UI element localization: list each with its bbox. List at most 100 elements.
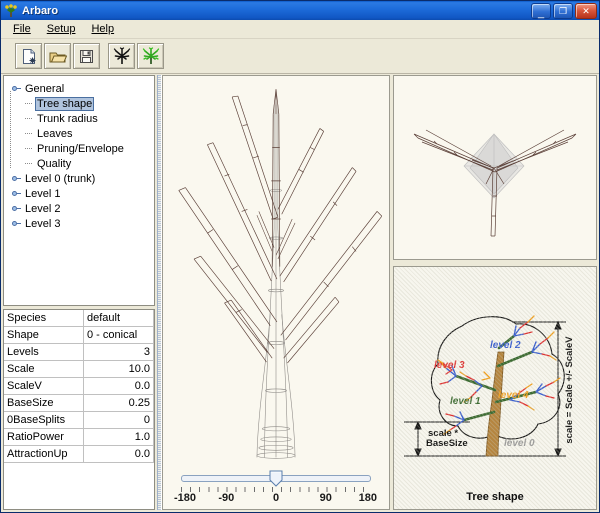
tool-bar	[1, 39, 599, 74]
menu-file-label: File	[13, 23, 31, 35]
property-value[interactable]: 0	[83, 411, 154, 429]
tree-node-level-1[interactable]: Level 1	[10, 186, 152, 201]
tree-wireframe-top-view	[413, 129, 577, 237]
tree-node-leaves[interactable]: Leaves	[10, 126, 152, 141]
property-name: Levels	[4, 343, 84, 361]
table-row[interactable]: Species default	[4, 310, 154, 327]
application-window: Arbaro _ ❐ ✕ File Setup Help General Tre…	[0, 0, 600, 513]
rotation-slider-container[interactable]: -180 -90 0 90 180	[163, 465, 389, 509]
tick-label-zero: 0	[272, 492, 280, 504]
maximize-button[interactable]: ❐	[553, 2, 573, 19]
title-bar: Arbaro _ ❐ ✕	[1, 1, 599, 20]
property-value[interactable]: 0 - conical	[83, 326, 154, 344]
new-file-button[interactable]	[15, 43, 42, 69]
minimize-glyph: _	[537, 6, 545, 19]
render-wireframe-button[interactable]	[108, 43, 135, 69]
green-tree-icon	[142, 47, 160, 65]
table-row[interactable]: Levels 3	[4, 343, 154, 361]
maximize-glyph: ❐	[558, 5, 568, 16]
table-row[interactable]: BaseSize 0.25	[4, 394, 154, 412]
tick-label-90: 90	[319, 492, 332, 504]
menu-help[interactable]: Help	[84, 21, 121, 37]
diagram-caption: Tree shape	[466, 491, 524, 503]
property-value[interactable]: default	[83, 310, 154, 327]
table-row[interactable]: Scale 10.0	[4, 360, 154, 378]
tree-elbow-icon	[23, 96, 35, 111]
diagram-label-level0: level 0	[504, 438, 535, 449]
expand-handle-icon[interactable]	[10, 220, 23, 227]
tree-front-view-panel[interactable]: -180 -90 0 90 180	[162, 75, 390, 510]
arbaro-tree-icon	[4, 3, 18, 18]
floppy-save-icon	[79, 49, 94, 64]
tree-wireframe-front-view	[178, 89, 383, 459]
tree-connector-line	[10, 91, 11, 169]
table-row[interactable]: Shape 0 - conical	[4, 326, 154, 344]
expand-handle-icon[interactable]	[10, 175, 23, 182]
tick-label-neg90: -90	[218, 492, 235, 504]
expand-handle-icon[interactable]	[10, 85, 23, 92]
tree-node-quality[interactable]: Quality	[10, 156, 152, 171]
render-shaded-button[interactable]	[137, 43, 164, 69]
property-name: 0BaseSplits	[4, 411, 84, 429]
tree-node-level-3[interactable]: Level 3	[10, 216, 152, 231]
table-row[interactable]: RatioPower 1.0	[4, 428, 154, 446]
tree-node-tree-shape[interactable]: Tree shape	[10, 96, 152, 111]
property-value[interactable]: 3	[83, 343, 154, 361]
tree-node-trunk-radius[interactable]: Trunk radius	[10, 111, 152, 126]
new-document-icon	[21, 48, 37, 65]
table-row[interactable]: ScaleV 0.0	[4, 377, 154, 395]
diagram-label-level1: level 1	[450, 396, 481, 407]
property-name: Species	[4, 310, 84, 327]
table-row[interactable]: 0BaseSplits 0	[4, 411, 154, 429]
menu-file[interactable]: File	[6, 21, 38, 37]
property-name: RatioPower	[4, 428, 84, 446]
tree-node-pruning-envelope-label: Pruning/Envelope	[37, 142, 124, 155]
property-value[interactable]: 0.0	[83, 377, 154, 395]
tree-elbow-icon	[23, 126, 35, 141]
tree-node-level-0-label: Level 0 (trunk)	[25, 172, 96, 185]
tree-elbow-icon	[23, 141, 35, 156]
tree-node-general[interactable]: General	[10, 81, 152, 96]
table-row[interactable]: AttractionUp 0.0	[4, 445, 154, 463]
window-controls: _ ❐ ✕	[531, 2, 597, 19]
property-name: ScaleV	[4, 377, 84, 395]
tree-shape-diagram: level 2 level 3 level 1 level 4 level 0 …	[404, 315, 575, 458]
tree-top-view-panel[interactable]	[393, 75, 597, 260]
tree-node-quality-label: Quality	[37, 157, 72, 170]
open-file-button[interactable]	[44, 43, 71, 69]
diagram-label-basesize-line2: BaseSize	[426, 438, 468, 449]
right-panel-stack: level 2 level 3 level 1 level 4 level 0 …	[393, 75, 597, 510]
rotation-slider-thumb[interactable]	[269, 470, 283, 487]
property-value[interactable]: 1.0	[83, 428, 154, 446]
menu-setup[interactable]: Setup	[40, 21, 83, 37]
property-table[interactable]: Species default Shape 0 - conical Levels…	[3, 309, 155, 510]
open-folder-icon	[49, 49, 67, 64]
diagram-label-level2: level 2	[490, 340, 521, 351]
tree-node-level-2[interactable]: Level 2	[10, 201, 152, 216]
tree-node-level-2-label: Level 2	[25, 202, 61, 215]
tree-node-level-0[interactable]: Level 0 (trunk)	[10, 171, 152, 186]
property-name: Shape	[4, 326, 84, 344]
expand-handle-icon[interactable]	[10, 190, 23, 197]
property-table-body: Species default Shape 0 - conical Levels…	[4, 310, 154, 463]
close-glyph: ✕	[582, 5, 590, 16]
save-file-button[interactable]	[73, 43, 100, 69]
property-value[interactable]: 10.0	[83, 360, 154, 378]
tree-node-pruning-envelope[interactable]: Pruning/Envelope	[10, 141, 152, 156]
main-content: General Tree shape Trunk radius Leaves P…	[1, 74, 599, 512]
tick-label-min: -180	[173, 492, 197, 504]
minimize-button[interactable]: _	[531, 2, 551, 19]
left-panel: General Tree shape Trunk radius Leaves P…	[3, 75, 155, 510]
property-value[interactable]: 0.0	[83, 445, 154, 463]
tick-label-max: 180	[358, 492, 377, 504]
vertical-split-divider[interactable]	[155, 75, 162, 510]
parameter-tree[interactable]: General Tree shape Trunk radius Leaves P…	[3, 75, 155, 306]
menu-help-label: Help	[91, 23, 115, 35]
property-value[interactable]: 0.25	[83, 394, 154, 412]
window-title: Arbaro	[22, 4, 59, 17]
diagram-label-level3: level 3	[434, 360, 465, 371]
tree-front-view-canvas[interactable]	[163, 76, 389, 465]
expand-handle-icon[interactable]	[10, 205, 23, 212]
tree-shape-diagram-panel: level 2 level 3 level 1 level 4 level 0 …	[393, 266, 597, 510]
close-button[interactable]: ✕	[575, 2, 597, 19]
